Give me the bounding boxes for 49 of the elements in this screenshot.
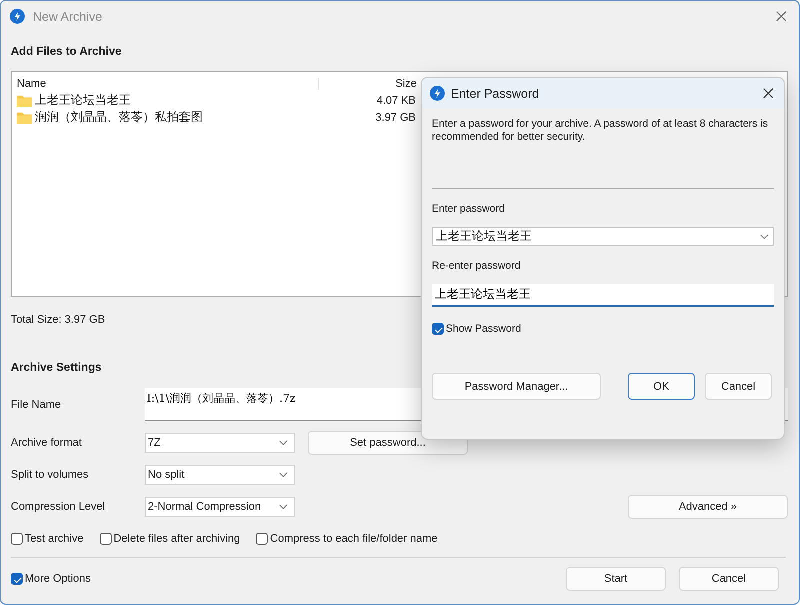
field-label: Split to volumes (11, 469, 90, 481)
file-name[interactable]: 润润（刘晶晶、落苓）私拍套图 (35, 109, 203, 126)
app-logo-icon (430, 86, 445, 101)
folder-icon (17, 112, 32, 124)
checkbox[interactable] (432, 323, 444, 335)
chevron-icon (279, 472, 288, 478)
column-header[interactable]: Name (17, 78, 319, 90)
split-dropdown[interactable]: No split (145, 465, 295, 485)
password-field[interactable]: 上老王论坛当老王 (432, 284, 774, 307)
password-combobox[interactable]: 上老王论坛当老王 (432, 227, 774, 246)
checkbox-label: Compress to each file/folder name (270, 533, 438, 545)
dialog-button[interactable]: Cancel (679, 567, 779, 591)
checkbox[interactable] (11, 573, 23, 585)
window-title: New Archive (33, 10, 102, 24)
checkbox[interactable] (256, 533, 268, 545)
dialog-button[interactable]: Start (566, 567, 666, 591)
checkbox[interactable] (100, 533, 112, 545)
folder-icon (17, 94, 32, 106)
column-header[interactable]: Size (319, 78, 417, 90)
dialog-button[interactable]: Password Manager... (432, 373, 601, 400)
field-label: Compression Level (11, 501, 106, 513)
dialog-button[interactable]: Cancel (705, 373, 772, 400)
close-icon[interactable] (763, 88, 774, 99)
checkbox-label: Test archive (25, 533, 84, 545)
close-icon[interactable] (776, 11, 787, 22)
checkbox[interactable] (11, 533, 23, 545)
field-label: Enter password (432, 203, 506, 215)
file-size: 4.07 KB (376, 94, 416, 106)
section-heading: Add Files to Archive (11, 46, 123, 58)
field-label: Archive format (11, 437, 83, 449)
checkbox-label: More Options (25, 573, 92, 585)
file-size: 3.97 GB (374, 112, 416, 124)
instruction-text: Enter a password for your archive. A password of at least 8 characters is recommended for better security. (432, 118, 770, 144)
format-dropdown[interactable]: 7Z (145, 433, 295, 453)
section-heading: Archive Settings (11, 362, 103, 374)
field-label: File Name (11, 398, 62, 410)
dialog-title: Enter Password (451, 86, 540, 100)
field-label: Re-enter password (432, 260, 522, 272)
advanced-button[interactable]: Advanced » (628, 495, 788, 519)
chevron-icon (279, 440, 288, 446)
file-name[interactable]: 上老王论坛当老王 (35, 92, 131, 109)
checkbox-label: Delete files after archiving (114, 533, 240, 545)
checkbox-label: Show Password (446, 323, 522, 335)
dialog-button[interactable]: OK (628, 373, 695, 400)
compression-dropdown[interactable]: 2-Normal Compression (145, 497, 295, 517)
chevron-icon (760, 234, 769, 240)
total-size: Total Size: 3.97 GB (11, 314, 106, 326)
app-logo-icon (10, 9, 25, 24)
chevron-icon (279, 504, 288, 510)
